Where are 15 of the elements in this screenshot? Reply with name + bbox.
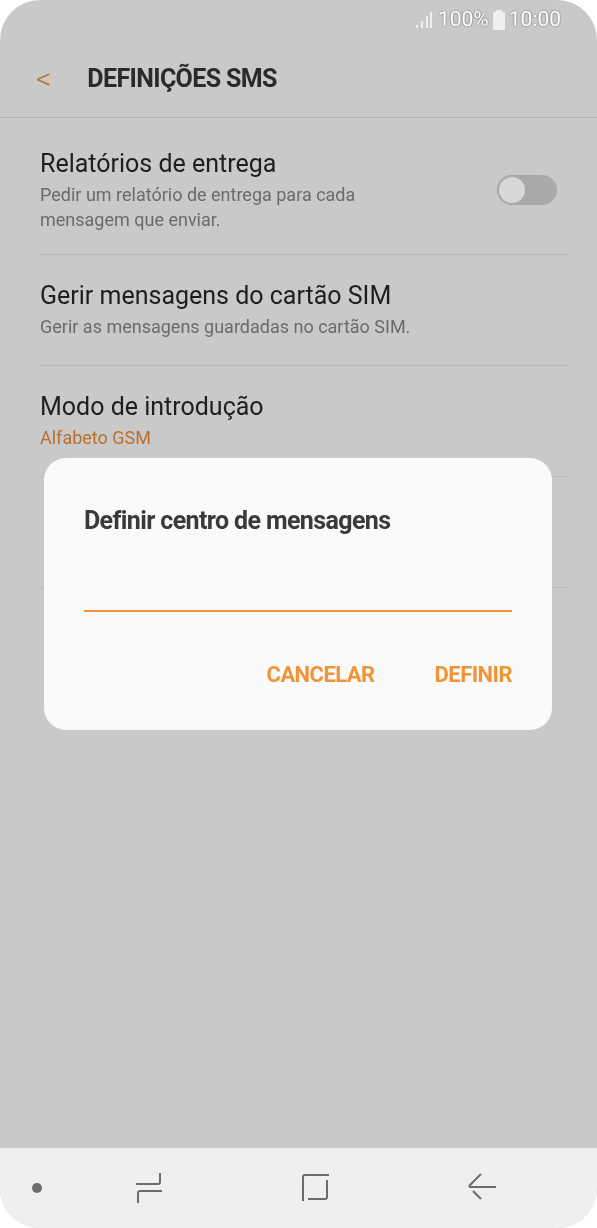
dialog-title: Definir centro de mensagens — [84, 505, 392, 537]
toggle-switch[interactable] — [497, 175, 557, 205]
home-icon[interactable] — [300, 1173, 329, 1201]
recent-apps-icon[interactable] — [135, 1173, 162, 1203]
setting-subtitle: Alfabeto GSM — [40, 426, 152, 451]
setting-title[interactable]: Modo de introdução — [40, 391, 557, 423]
back-icon[interactable] — [467, 1173, 496, 1201]
page-title: DEFINIÇÕES SMS — [87, 62, 277, 95]
signal-icon — [413, 12, 434, 28]
battery-icon — [492, 10, 505, 30]
setting-title[interactable]: Relatórios de entrega — [40, 147, 497, 179]
dot-icon[interactable] — [32, 1183, 42, 1193]
setting-title[interactable]: Gerir mensagens do cartão SIM — [40, 280, 557, 312]
setting-subtitle: Pedir um relatório de entrega para cada mensagem que enviar. — [40, 182, 357, 232]
setting-subtitle: Gerir as mensagens guardadas no cartão SIM. — [40, 315, 412, 340]
